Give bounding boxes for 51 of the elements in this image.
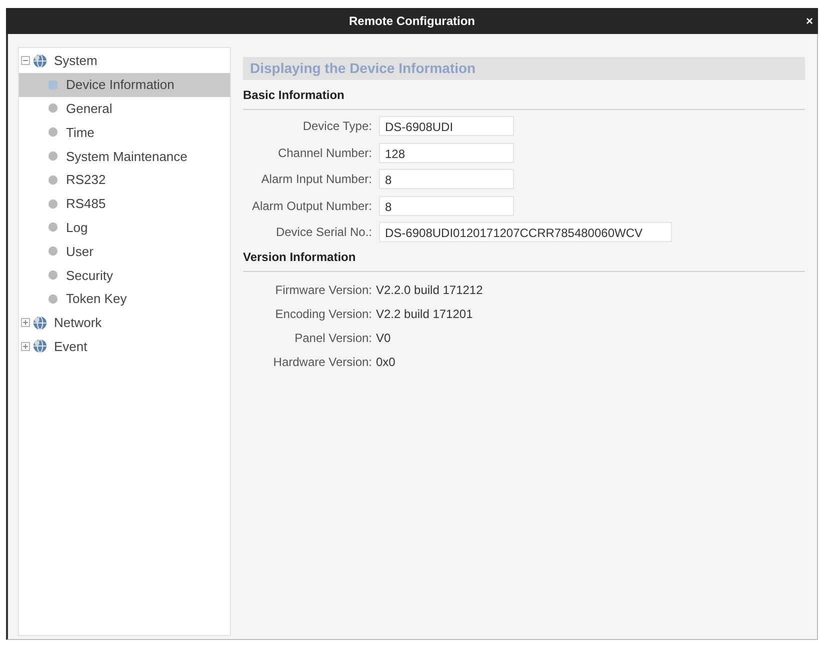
expand-icon[interactable]: [21, 318, 30, 328]
tree-item[interactable]: Event: [32, 334, 92, 358]
close-button[interactable]: ×: [804, 14, 815, 28]
field-label: Device Serial No.:: [274, 224, 372, 241]
globe-icon: [33, 339, 47, 354]
collapse-icon[interactable]: [21, 56, 30, 66]
tree-item[interactable]: Network: [32, 310, 106, 335]
tree-item[interactable]: Token Key: [19, 286, 230, 311]
tree-item[interactable]: Log: [19, 216, 230, 240]
field-label: Panel Version:: [294, 330, 372, 347]
field-label: Firmware Version:: [274, 282, 372, 299]
dot-icon: [48, 151, 58, 162]
tree-item[interactable]: RS232: [19, 168, 230, 192]
text-field[interactable]: DS-6908UDI0120171207CCRR785480060WCV: [379, 222, 672, 242]
page-header: Displaying the Device Information: [243, 57, 805, 80]
globe-icon: [33, 54, 47, 68]
dot-icon: [48, 246, 58, 256]
field-label: Encoding Version:: [274, 306, 372, 323]
globe-icon: [33, 316, 47, 330]
field-label: Channel Number:: [276, 144, 372, 162]
tree-item[interactable]: Time: [19, 120, 230, 144]
dot-icon: [48, 174, 58, 185]
field-label: Alarm Input Number:: [260, 171, 372, 188]
field-label: Hardware Version:: [272, 354, 372, 371]
section-title: Version Information: [243, 250, 356, 264]
tree-item[interactable]: Security: [19, 263, 230, 287]
text-field[interactable]: 8: [379, 196, 514, 216]
dot-icon: [48, 127, 58, 138]
field-value: V2.2 build 171201: [376, 306, 473, 323]
tree-item[interactable]: System Maintenance: [19, 144, 230, 168]
field-value: 0x0: [376, 354, 396, 371]
tree-item[interactable]: System: [32, 49, 102, 73]
dot-icon: [48, 198, 58, 209]
dot-icon: [48, 294, 58, 304]
tree-item[interactable]: General: [19, 96, 230, 120]
field-value: V0: [376, 330, 391, 347]
section-title: Basic Information: [243, 88, 344, 102]
text-field[interactable]: DS-6908UDI: [379, 116, 514, 136]
window-title: Remote Configuration: [349, 14, 475, 28]
field-label: Alarm Output Number:: [250, 198, 372, 214]
tree-item[interactable]: Device Information: [19, 72, 230, 97]
dot-icon: [48, 103, 58, 114]
tree-item[interactable]: RS485: [19, 192, 230, 216]
text-field[interactable]: 8: [379, 169, 514, 189]
dot-icon: [48, 222, 58, 232]
dot-icon: [48, 270, 58, 280]
expand-icon[interactable]: [21, 342, 30, 351]
field-value: V2.2.0 build 171212: [376, 282, 483, 299]
text-field[interactable]: 128: [379, 142, 514, 162]
field-label: Device Type:: [302, 118, 372, 135]
tree-item[interactable]: User: [19, 239, 230, 264]
